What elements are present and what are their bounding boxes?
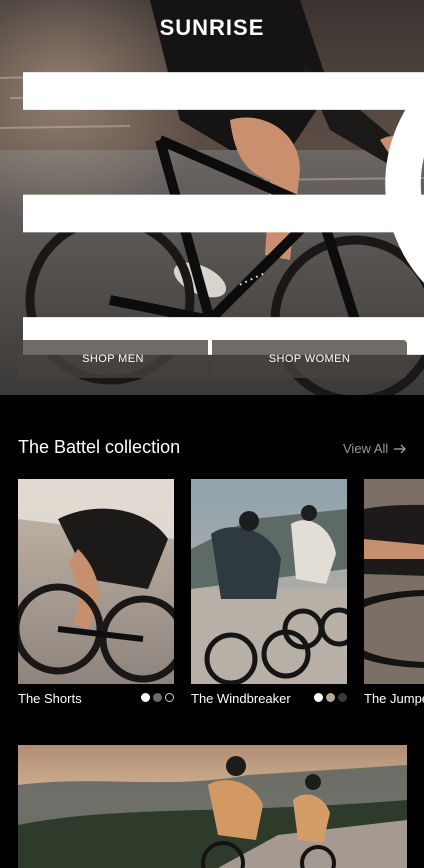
color-swatches-windbreaker	[314, 693, 347, 702]
product-image-jumper	[364, 479, 424, 684]
search-icon[interactable]	[349, 16, 424, 283]
product-name-shorts[interactable]: The Shorts	[18, 691, 82, 706]
swatch-charcoal[interactable]	[338, 693, 347, 702]
arrow-right-icon	[394, 444, 407, 453]
product-card-shorts[interactable]	[18, 479, 174, 684]
shop-women-button[interactable]: SHOP WOMEN	[212, 340, 407, 378]
shopping-bag-icon[interactable]	[378, 16, 402, 40]
color-swatches-shorts	[141, 693, 174, 702]
product-name-windbreaker[interactable]: The Windbreaker	[191, 691, 291, 706]
product-image-shorts	[18, 479, 174, 684]
promo-image	[18, 745, 407, 868]
view-all-link[interactable]: View All	[343, 441, 407, 456]
swatch-gray[interactable]	[153, 693, 162, 702]
swatch-taupe[interactable]	[326, 693, 335, 702]
promo-banner[interactable]	[18, 745, 407, 868]
swatch-white[interactable]	[141, 693, 150, 702]
shop-men-button[interactable]: SHOP MEN	[18, 340, 208, 378]
hero-banner: ····· SUNRISE SHOP MEN SHOP WOMEN	[0, 0, 424, 395]
product-card-windbreaker[interactable]	[191, 479, 347, 684]
shop-buttons: SHOP MEN SHOP WOMEN	[18, 340, 407, 378]
swatch-white[interactable]	[314, 693, 323, 702]
product-card-jumper[interactable]	[364, 479, 424, 684]
top-navigation-bar: SUNRISE	[0, 0, 424, 355]
product-name-jumper[interactable]: The Jumpe	[364, 691, 424, 706]
view-all-label: View All	[343, 441, 389, 456]
product-image-windbreaker	[191, 479, 347, 684]
swatch-black[interactable]	[165, 693, 174, 702]
collection-title: The Battel collection	[18, 437, 181, 457]
